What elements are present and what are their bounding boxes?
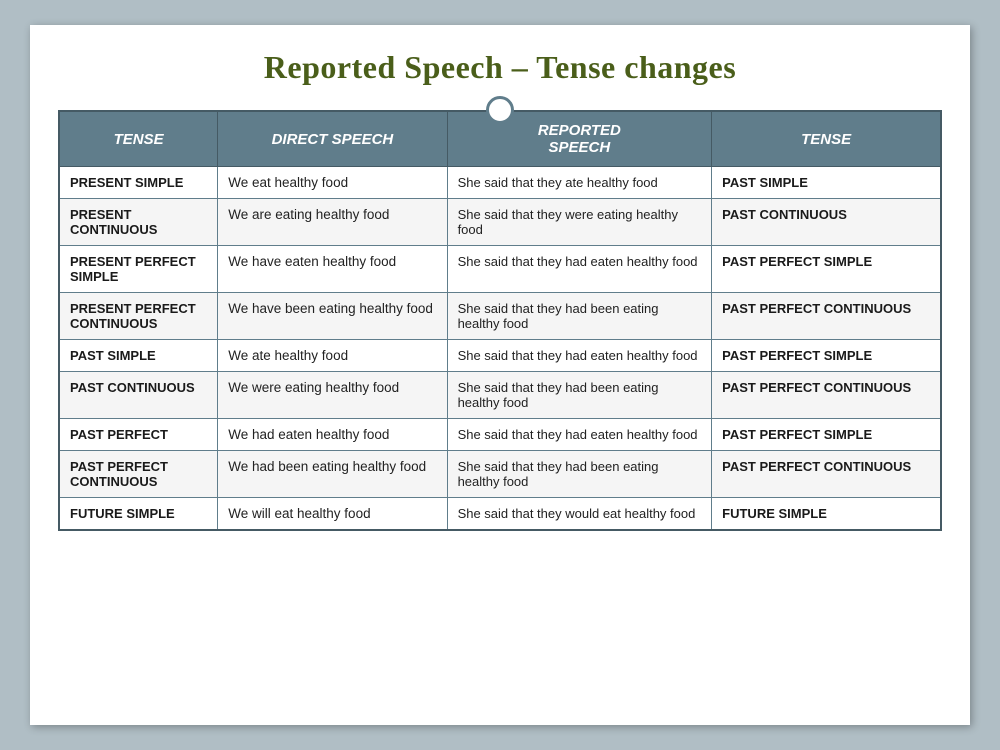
- direct-speech-cell: We had eaten healthy food: [218, 419, 447, 451]
- direct-speech-cell: We ate healthy food: [218, 340, 447, 372]
- result-tense-cell: PAST PERFECT CONTINUOUS: [712, 451, 941, 498]
- reported-speech-cell: She said that they had been eating healt…: [447, 372, 712, 419]
- tense-cell: FUTURE SIMPLE: [59, 498, 218, 531]
- tense-cell: PRESENT SIMPLE: [59, 167, 218, 199]
- tense-cell: PAST PERFECT: [59, 419, 218, 451]
- tense-cell: PAST SIMPLE: [59, 340, 218, 372]
- reported-speech-cell: She said that they had been eating healt…: [447, 293, 712, 340]
- reported-speech-cell: She said that they would eat healthy foo…: [447, 498, 712, 531]
- decorative-circle-container: [58, 96, 942, 124]
- result-tense-cell: PAST PERFECT SIMPLE: [712, 419, 941, 451]
- table-row: PAST PERFECT CONTINUOUSWe had been eatin…: [59, 451, 941, 498]
- table-row: FUTURE SIMPLEWe will eat healthy foodShe…: [59, 498, 941, 531]
- reported-speech-cell: She said that they had eaten healthy foo…: [447, 246, 712, 293]
- tense-cell: PRESENT CONTINUOUS: [59, 199, 218, 246]
- tense-cell: PRESENT PERFECT SIMPLE: [59, 246, 218, 293]
- reported-speech-cell: She said that they had been eating healt…: [447, 451, 712, 498]
- direct-speech-cell: We eat healthy food: [218, 167, 447, 199]
- reported-speech-cell: She said that they had eaten healthy foo…: [447, 340, 712, 372]
- tense-cell: PAST PERFECT CONTINUOUS: [59, 451, 218, 498]
- page-title: Reported Speech – Tense changes: [58, 49, 942, 86]
- direct-speech-cell: We have eaten healthy food: [218, 246, 447, 293]
- table-row: PAST SIMPLEWe ate healthy foodShe said t…: [59, 340, 941, 372]
- result-tense-cell: PAST PERFECT CONTINUOUS: [712, 293, 941, 340]
- result-tense-cell: FUTURE SIMPLE: [712, 498, 941, 531]
- direct-speech-cell: We have been eating healthy food: [218, 293, 447, 340]
- table-row: PRESENT CONTINUOUSWe are eating healthy …: [59, 199, 941, 246]
- direct-speech-cell: We are eating healthy food: [218, 199, 447, 246]
- result-tense-cell: PAST SIMPLE: [712, 167, 941, 199]
- result-tense-cell: PAST PERFECT SIMPLE: [712, 340, 941, 372]
- table-row: PAST PERFECTWe had eaten healthy foodShe…: [59, 419, 941, 451]
- tense-cell: PAST CONTINUOUS: [59, 372, 218, 419]
- result-tense-cell: PAST PERFECT CONTINUOUS: [712, 372, 941, 419]
- tense-table: TENSE DIRECT SPEECH REPORTEDSPEECH TENSE…: [58, 110, 942, 531]
- table-row: PRESENT PERFECT CONTINUOUSWe have been e…: [59, 293, 941, 340]
- direct-speech-cell: We will eat healthy food: [218, 498, 447, 531]
- result-tense-cell: PAST CONTINUOUS: [712, 199, 941, 246]
- direct-speech-cell: We were eating healthy food: [218, 372, 447, 419]
- reported-speech-cell: She said that they were eating healthy f…: [447, 199, 712, 246]
- reported-speech-cell: She said that they ate healthy food: [447, 167, 712, 199]
- slide: Reported Speech – Tense changes TENSE DI…: [30, 25, 970, 725]
- decorative-circle: [486, 96, 514, 124]
- table-row: PRESENT SIMPLEWe eat healthy foodShe sai…: [59, 167, 941, 199]
- table-row: PRESENT PERFECT SIMPLEWe have eaten heal…: [59, 246, 941, 293]
- direct-speech-cell: We had been eating healthy food: [218, 451, 447, 498]
- reported-speech-cell: She said that they had eaten healthy foo…: [447, 419, 712, 451]
- tense-cell: PRESENT PERFECT CONTINUOUS: [59, 293, 218, 340]
- result-tense-cell: PAST PERFECT SIMPLE: [712, 246, 941, 293]
- table-row: PAST CONTINUOUSWe were eating healthy fo…: [59, 372, 941, 419]
